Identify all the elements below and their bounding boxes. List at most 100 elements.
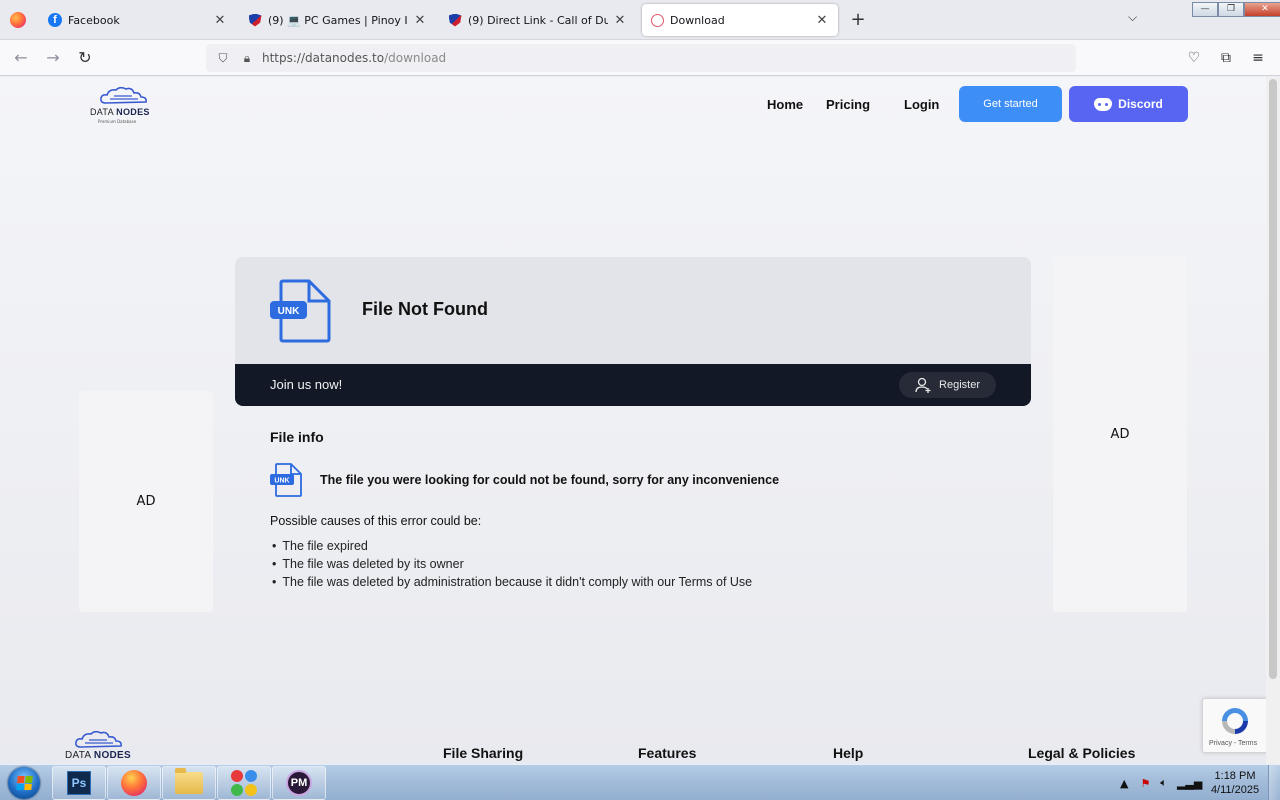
hamburger-menu-icon[interactable]: ≡: [1248, 48, 1268, 68]
list-item: The file was deleted by its owner: [272, 555, 752, 573]
close-tab-icon[interactable]: ✕: [412, 13, 428, 28]
recaptcha-links[interactable]: Privacy - Terms: [1209, 740, 1257, 747]
forward-arrow-icon[interactable]: →: [42, 48, 64, 68]
address-bar[interactable]: ⛉ 🔒︎ https://datanodes.to/download: [206, 44, 1076, 72]
footer-heading-help: Help: [833, 745, 864, 761]
footer-logo[interactable]: DATA NODES: [63, 729, 133, 764]
pinoy-forum-icon: [248, 13, 262, 27]
control-panel-icon: [231, 770, 257, 796]
datanodes-logo[interactable]: DATA NODES Premium Database: [88, 85, 158, 129]
extensions-icon[interactable]: ⧉: [1216, 48, 1236, 68]
unknown-file-small-icon: UNK: [270, 463, 302, 497]
system-tray: ▲ ⚑ 🔈︎ ▂▃▅: [1120, 765, 1202, 800]
tab-label: Download: [670, 13, 725, 27]
discord-icon: [1094, 97, 1113, 111]
file-card-header: UNK File Not Found: [235, 257, 1031, 364]
close-tab-icon[interactable]: ✕: [212, 13, 228, 28]
logo-wordmark: DATA NODES: [90, 107, 150, 117]
file-type-badge: UNK: [278, 306, 300, 317]
footer-logo-wordmark: DATA NODES: [65, 750, 131, 761]
footer-heading-legal: Legal & Policies: [1028, 745, 1136, 761]
join-banner: Join us now! Register: [235, 364, 1031, 406]
firefox-icon: [121, 770, 147, 796]
volume-icon[interactable]: 🔈︎: [1160, 776, 1167, 790]
start-button[interactable]: [4, 765, 44, 800]
browser-nav-bar: ← → ↻ ⛉ 🔒︎ https://datanodes.to/download…: [0, 40, 1280, 76]
close-tab-icon[interactable]: ✕: [814, 13, 830, 28]
cloud-logo-icon: [75, 730, 122, 748]
clock-date: 4/11/2025: [1210, 784, 1260, 796]
web-page: DATA NODES Premium Database Home Pricing…: [0, 77, 1266, 764]
new-tab-button[interactable]: +: [848, 10, 868, 30]
tracking-shield-icon[interactable]: ⛉: [214, 49, 232, 67]
logo-tagline: Premium Database: [98, 119, 137, 124]
unknown-file-icon: UNK: [270, 279, 331, 343]
clock-time: 1:18 PM: [1214, 770, 1256, 782]
close-tab-icon[interactable]: ✕: [612, 13, 628, 28]
ad-slot-left[interactable]: AD: [79, 391, 213, 612]
tab-label: (9) Direct Link - Call of Duty: Va: [468, 13, 608, 27]
pm-app-icon: PM: [286, 770, 312, 796]
pocket-icon[interactable]: ♡: [1184, 48, 1204, 68]
nav-home-link[interactable]: Home: [767, 97, 803, 112]
close-window-button[interactable]: ✕: [1244, 2, 1280, 17]
firefox-menu-button[interactable]: [4, 6, 32, 34]
file-info-heading: File info: [270, 429, 324, 445]
recaptcha-icon: [1222, 708, 1248, 734]
register-button[interactable]: Register: [899, 372, 996, 398]
ad-slot-right[interactable]: AD: [1053, 257, 1187, 612]
window-controls: — ❐ ✕: [1192, 2, 1280, 18]
cloud-logo-icon: [100, 86, 147, 104]
taskbar-photoshop[interactable]: Ps: [52, 766, 106, 800]
browser-tab-bar: f Facebook ✕ (9) 💻 PC Games | Pinoy Inte…: [0, 0, 1280, 40]
not-found-message: The file you were looking for could not …: [320, 473, 780, 487]
add-user-icon: [915, 377, 931, 393]
url-host: https://datanodes.to: [262, 51, 385, 65]
tab-direct-link[interactable]: (9) Direct Link - Call of Duty: Va ✕: [440, 4, 636, 36]
reload-icon[interactable]: ↻: [74, 48, 96, 68]
discord-label: Discord: [1118, 97, 1163, 111]
firefox-icon: [10, 12, 26, 28]
join-text: Join us now!: [270, 377, 343, 392]
back-arrow-icon[interactable]: ←: [10, 48, 32, 68]
windows-taskbar: Ps PM ▲ ⚑ 🔈︎ ▂▃▅ 1:18 PM 4/11/2025: [0, 764, 1280, 800]
tab-label: Facebook: [68, 13, 120, 27]
taskbar-pm-app[interactable]: PM: [272, 766, 326, 800]
nav-login-link[interactable]: Login: [904, 97, 939, 112]
photoshop-icon: Ps: [67, 771, 91, 795]
taskbar-clock[interactable]: 1:18 PM 4/11/2025: [1204, 769, 1266, 797]
tab-download[interactable]: Download ✕: [642, 4, 838, 36]
discord-button[interactable]: Discord: [1069, 86, 1188, 122]
footer-heading-file-sharing: File Sharing: [443, 745, 524, 761]
recaptcha-badge[interactable]: Privacy - Terms: [1202, 698, 1266, 753]
tab-facebook[interactable]: f Facebook ✕: [40, 4, 236, 36]
lock-icon[interactable]: 🔒︎: [238, 49, 256, 67]
list-item: The file expired: [272, 537, 752, 555]
taskbar-file-explorer[interactable]: [162, 766, 216, 800]
facebook-icon: f: [48, 13, 62, 27]
show-desktop-button[interactable]: [1268, 765, 1280, 800]
tab-pc-games[interactable]: (9) 💻 PC Games | Pinoy Interne ✕: [240, 4, 436, 36]
taskbar-firefox[interactable]: [107, 766, 161, 800]
page-scrollbar[interactable]: [1266, 77, 1280, 764]
causes-heading: Possible causes of this error could be:: [270, 514, 482, 528]
datanodes-favicon: [650, 13, 664, 27]
file-explorer-icon: [175, 768, 203, 794]
page-title: File Not Found: [362, 299, 488, 319]
action-center-flag-icon[interactable]: ⚑: [1140, 777, 1150, 790]
file-type-badge-small: UNK: [274, 478, 289, 485]
url-path: /download: [384, 51, 447, 65]
tab-label: (9) 💻 PC Games | Pinoy Interne: [268, 13, 408, 27]
footer-heading-features: Features: [638, 745, 697, 761]
tab-list-chevron-icon[interactable]: ⌵: [1128, 10, 1137, 25]
get-started-button[interactable]: Get started: [959, 86, 1062, 122]
network-signal-icon[interactable]: ▂▃▅: [1177, 777, 1202, 790]
taskbar-control-panel[interactable]: [217, 766, 271, 800]
scrollbar-thumb[interactable]: [1269, 79, 1277, 679]
pinoy-forum-icon: [448, 13, 462, 27]
restore-button[interactable]: ❐: [1218, 2, 1244, 17]
tray-expand-icon[interactable]: ▲: [1120, 777, 1128, 790]
register-label: Register: [939, 379, 980, 391]
nav-pricing-link[interactable]: Pricing: [826, 97, 870, 112]
minimize-button[interactable]: —: [1192, 2, 1218, 17]
